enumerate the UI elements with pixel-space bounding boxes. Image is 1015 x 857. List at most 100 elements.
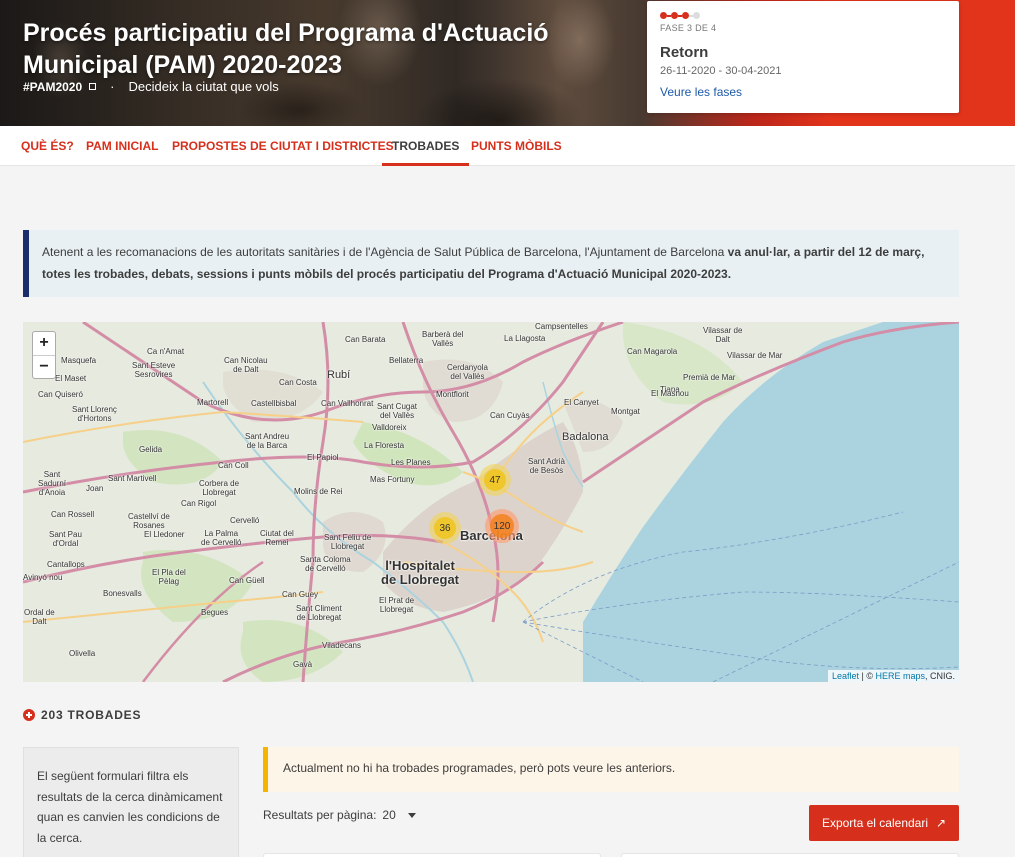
map-label: Montgat xyxy=(611,407,640,416)
phase-card: FASE 3 DE 4 Retorn 26-11-2020 - 30-04-20… xyxy=(647,1,959,113)
attribution-cnig: , CNIG. xyxy=(924,671,955,681)
tab-pam-inicial[interactable]: PAM INICIAL xyxy=(86,126,158,166)
map-label: Castellví de Rosanes xyxy=(128,512,170,530)
map-label: Molins de Rei xyxy=(294,487,343,496)
tab-que-es[interactable]: QUÈ ÉS? xyxy=(21,126,74,166)
phase-progress xyxy=(660,12,946,19)
map-label: Ciutat del Remei xyxy=(260,529,294,547)
map-label: Vilassar de Dalt xyxy=(703,326,743,344)
meetings-icon xyxy=(23,709,35,721)
map-label: El Papiol xyxy=(307,453,339,462)
process-nav: QUÈ ÉS? PAM INICIAL PROPOSTES DE CIUTAT … xyxy=(0,126,1015,166)
map-label: Can Barata xyxy=(345,335,386,344)
map-label: Bellaterra xyxy=(389,356,424,365)
map-label: El Pla del Pèlag xyxy=(152,568,186,586)
map-label: El Masnou xyxy=(651,389,689,398)
map-label: Sant Sadurní d'Anoia xyxy=(38,470,67,497)
map-label: Campsentelles xyxy=(535,322,588,331)
map-label: El Maset xyxy=(55,374,87,383)
map-label: Can Rigol xyxy=(181,499,217,508)
external-link-icon xyxy=(89,83,97,90)
map-label: Can Guey xyxy=(282,590,319,599)
map-label: Sant Martivell xyxy=(108,474,157,483)
hero-meta: #PAM2020 · Decideix la ciutat que vols xyxy=(23,79,279,94)
map-label: Barberà del Vallès xyxy=(422,330,464,348)
map-label: Premià de Mar xyxy=(683,373,736,382)
map-label: Sant Feliu de Llobregat xyxy=(324,533,372,551)
no-upcoming-notice: Actualment no hi ha trobades programades… xyxy=(263,747,959,792)
tab-punts-mobils[interactable]: PUNTS MÒBILS xyxy=(471,126,562,166)
cluster-count: 36 xyxy=(434,517,456,539)
separator: · xyxy=(110,79,115,94)
per-page-label: Resultats per pàgina: xyxy=(263,808,377,822)
map-label: Gelida xyxy=(139,445,163,454)
per-page-value[interactable]: 20 xyxy=(382,808,395,822)
map-label: Can Cuyàs xyxy=(490,411,530,420)
map-label: Can Coll xyxy=(218,461,249,470)
tab-propostes[interactable]: PROPOSTES DE CIUTAT I DISTRICTES xyxy=(172,126,394,166)
phase-name: Retorn xyxy=(660,44,709,61)
cluster-count: 120 xyxy=(490,514,514,538)
map-cluster[interactable]: 36 xyxy=(429,512,461,544)
map-cluster[interactable]: 47 xyxy=(479,464,511,496)
map-label: Sant Andreu de la Barca xyxy=(245,432,290,450)
map-label: Sant Pau d'Ordal xyxy=(49,530,82,548)
page-title: Procés participatiu del Programa d'Actua… xyxy=(23,19,549,79)
map-cluster[interactable]: 120 xyxy=(485,509,519,543)
filter-panel: El següent formulari filtra els resultat… xyxy=(23,747,239,857)
zoom-in-button[interactable]: + xyxy=(33,332,55,355)
map-label: Castellbisbal xyxy=(251,399,297,408)
map-label: Cantallops xyxy=(47,560,85,569)
leaflet-link[interactable]: Leaflet xyxy=(832,671,859,681)
view-phases-link[interactable]: Veure les fases xyxy=(660,85,946,99)
here-maps-link[interactable]: HERE maps xyxy=(875,671,925,681)
map-label: Olivella xyxy=(69,649,96,658)
map-attribution: Leaflet | © HERE maps, CNIG. xyxy=(827,670,959,682)
map-label: Gavà xyxy=(293,660,313,669)
map-label: Masquefa xyxy=(61,356,97,365)
result-card[interactable] xyxy=(621,853,959,857)
map-label: La Llagosta xyxy=(504,334,546,343)
map-label: Mas Fortuny xyxy=(370,475,415,484)
map-label: El Lledoner xyxy=(144,530,185,539)
map-label: Cervelló xyxy=(230,516,260,525)
map-label: Cerdanyola del Vallès xyxy=(447,363,488,381)
map-label: El Prat de Llobregat xyxy=(379,596,415,614)
map-label: Sant Cugat del Vallès xyxy=(377,402,418,420)
hashtag-link[interactable]: #PAM2020 xyxy=(23,80,82,94)
alert-text: Atenent a les recomanacions de les autor… xyxy=(42,245,728,259)
map-label: Martorell xyxy=(197,398,229,407)
map-label: Sant Llorenç d'Hortons xyxy=(72,405,117,423)
map-label: Rubí xyxy=(327,369,351,381)
result-card[interactable] xyxy=(263,853,601,857)
map-label: Corbera de Llobregat xyxy=(199,479,240,497)
map-label: Can Güell xyxy=(229,576,265,585)
phase-dot-4 xyxy=(693,12,700,19)
tab-trobades[interactable]: TROBADES xyxy=(382,126,470,166)
map-label: Sant Esteve Sesrovires xyxy=(132,361,176,379)
export-calendar-button[interactable]: Exporta el calendari ↗ xyxy=(809,805,959,841)
hero-slogan: Decideix la ciutat que vols xyxy=(128,79,279,94)
map-label: Montflorit xyxy=(436,390,469,399)
map-label: Can Nicolau de Dalt xyxy=(224,356,268,374)
map-label: Les Planes xyxy=(391,458,431,467)
map-label: Sant Adrià de Besòs xyxy=(528,457,565,475)
map-label: Can Magarola xyxy=(627,347,678,356)
meetings-map[interactable]: + − Barcelona l'Hospitalet de Llobregat … xyxy=(23,322,959,682)
results-count: 203 TROBADES xyxy=(23,708,141,722)
phase-dot-1 xyxy=(660,12,667,19)
map-label: La Palma de Cervelló xyxy=(201,529,242,547)
filter-help-text: El següent formulari filtra els resultat… xyxy=(37,769,223,845)
chevron-down-icon[interactable] xyxy=(407,812,416,818)
map-label: Bonesvalls xyxy=(103,589,142,598)
map-label: El Canyet xyxy=(564,398,599,407)
map-label: Ordal de Dalt xyxy=(24,608,55,626)
per-page-selector: Resultats per pàgina: 20 xyxy=(263,808,416,822)
notice-text: Actualment no hi ha trobades programades… xyxy=(283,761,676,775)
map-label: Ca n'Amat xyxy=(147,347,185,356)
map-label: Begues xyxy=(201,608,229,617)
map-label: Badalona xyxy=(562,431,609,443)
phase-step-label: FASE 3 DE 4 xyxy=(660,23,717,33)
zoom-out-button[interactable]: − xyxy=(33,355,55,378)
map-label: Can Vallhonrat xyxy=(321,399,374,408)
